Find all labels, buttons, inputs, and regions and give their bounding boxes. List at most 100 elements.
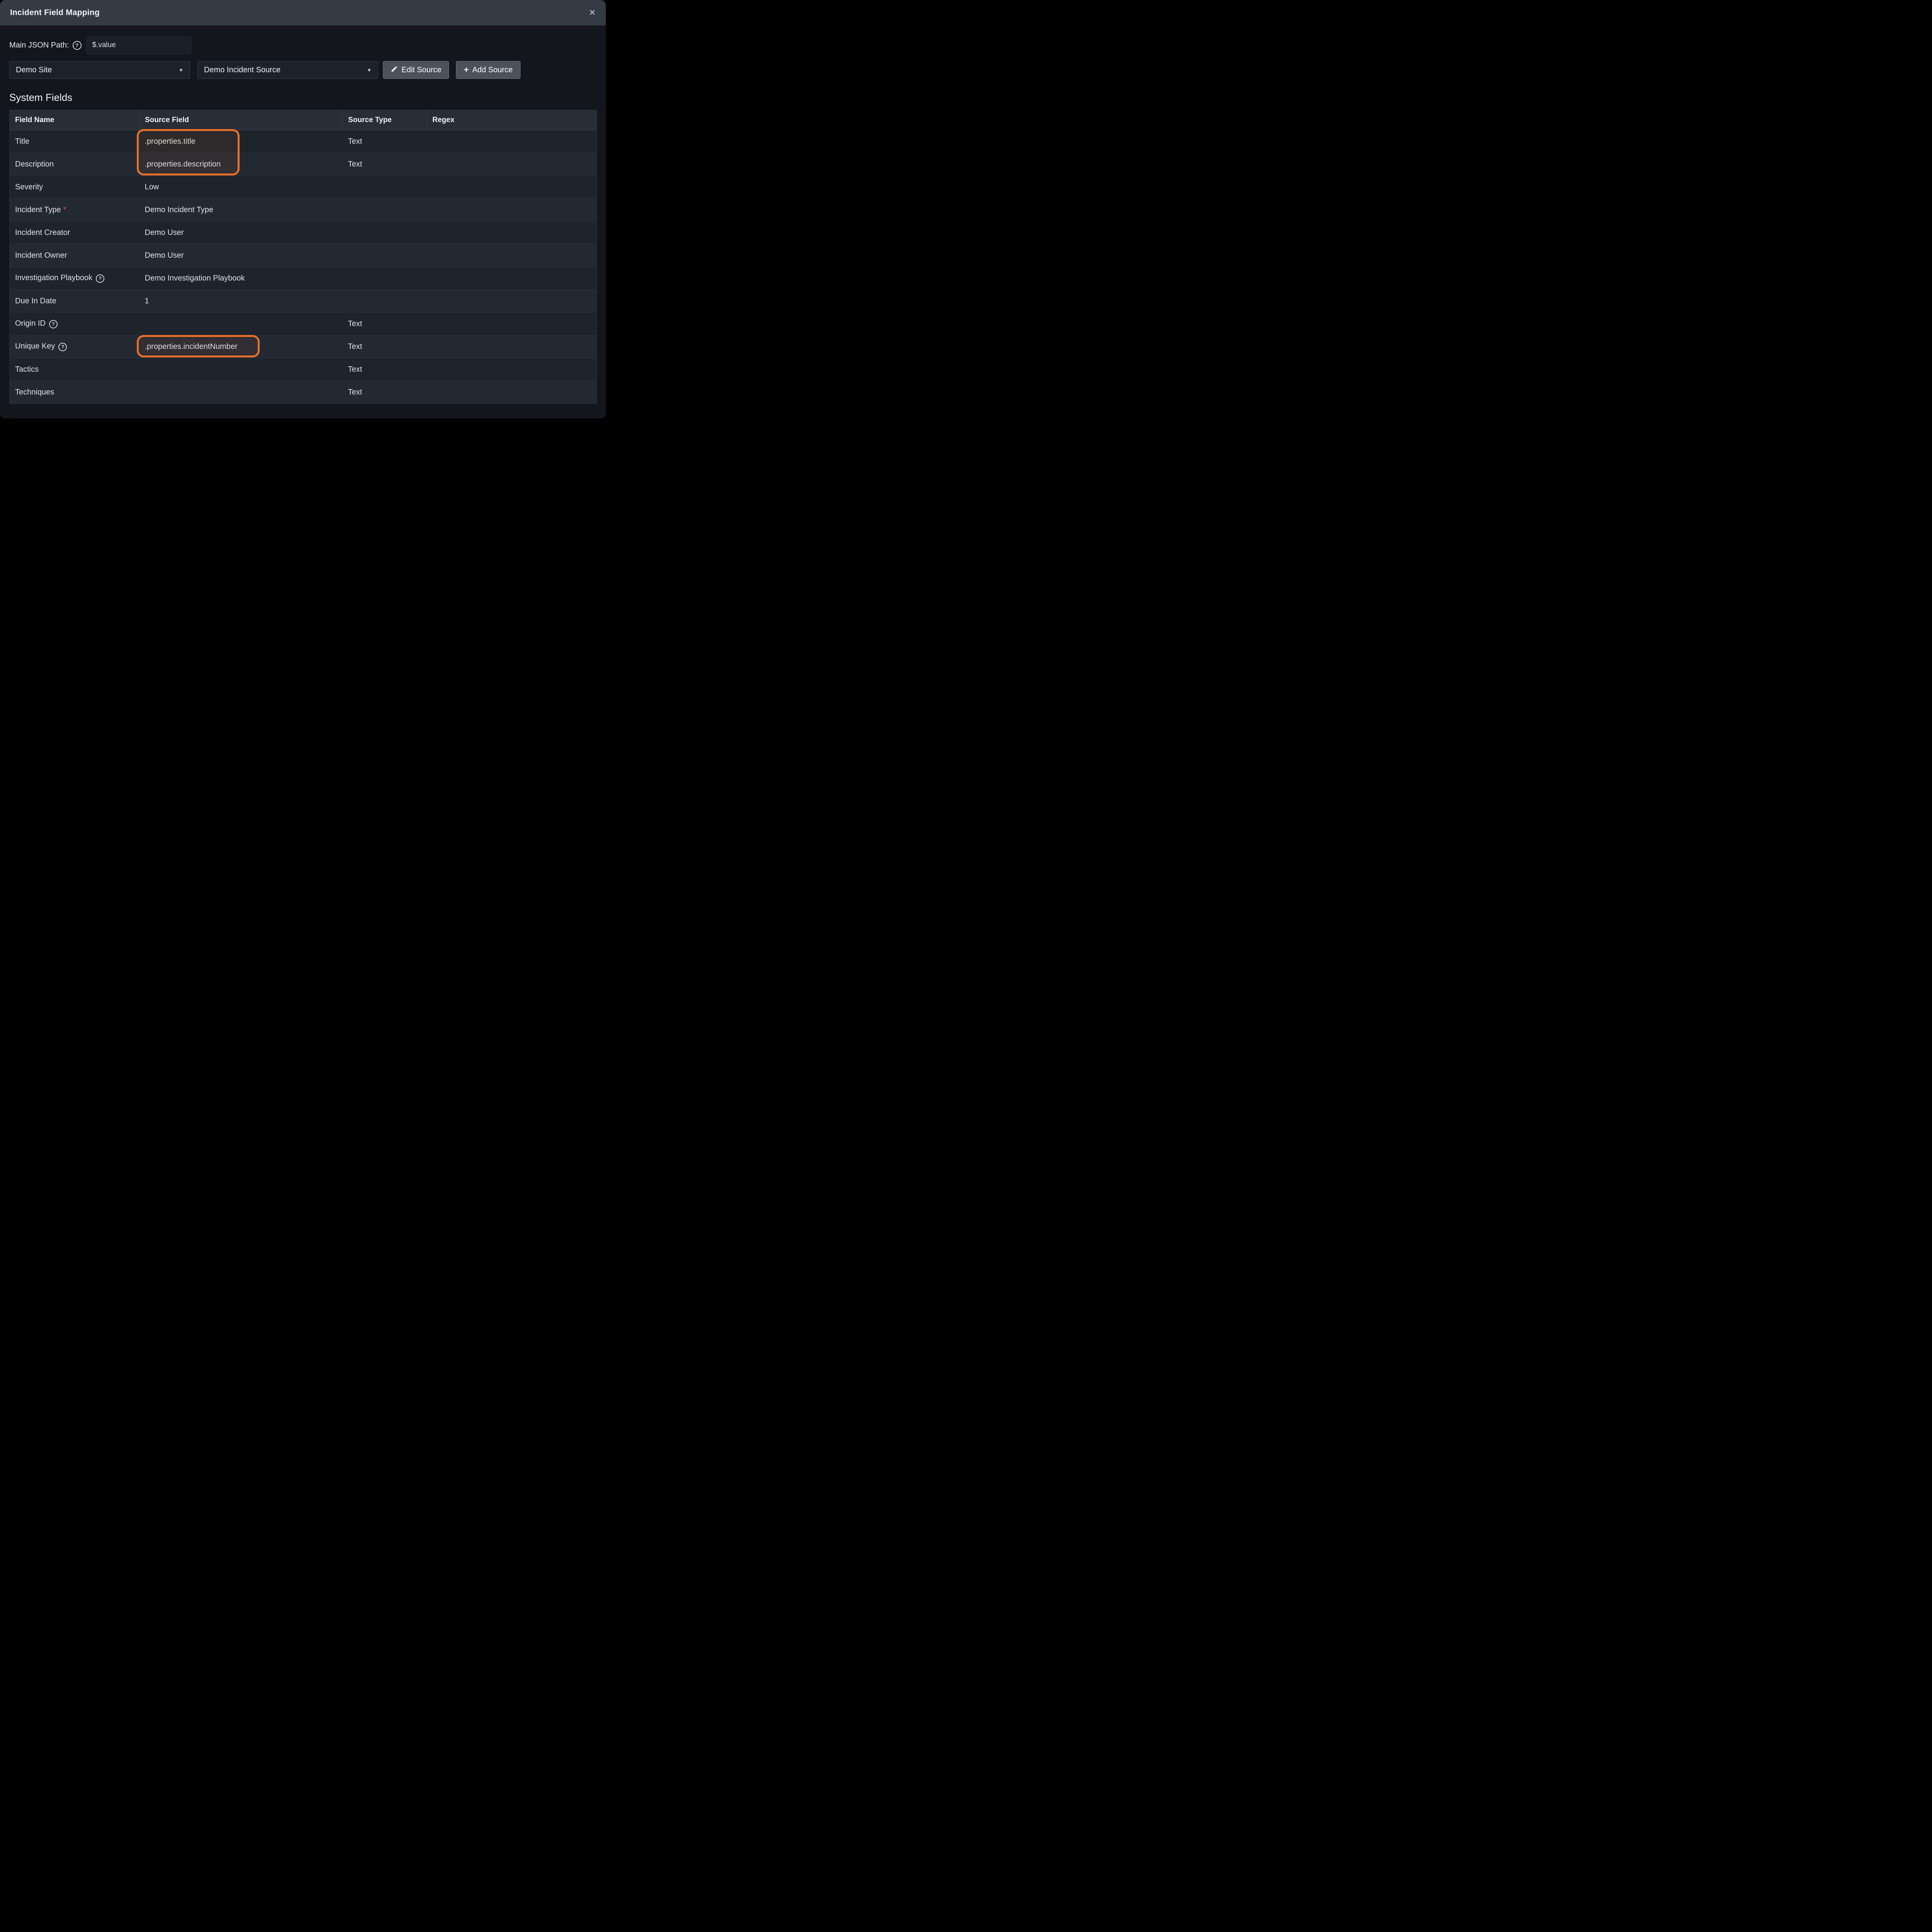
column-header-source-type: Source Type — [343, 110, 427, 130]
source-field-cell[interactable] — [139, 381, 343, 404]
json-path-row: Main JSON Path: ? — [9, 36, 597, 54]
source-field-cell[interactable]: Demo User — [139, 221, 343, 244]
table-row: Title .properties.titleText — [10, 130, 597, 153]
modal-title: Incident Field Mapping — [10, 8, 100, 17]
regex-cell[interactable] — [427, 381, 597, 404]
source-type-cell[interactable] — [343, 267, 427, 290]
table-body: Title.properties.titleTextDescription.pr… — [10, 130, 597, 404]
help-icon[interactable]: ? — [49, 320, 58, 328]
json-path-label: Main JSON Path: — [9, 41, 69, 50]
section-title: System Fields — [9, 92, 597, 104]
add-source-label: Add Source — [472, 66, 513, 75]
chevron-down-icon: ▼ — [179, 67, 184, 73]
table-row: Incident Creator Demo User — [10, 221, 597, 244]
field-name-label: Tactics — [15, 365, 39, 374]
table-header-row: Field Name Source Field Source Type Rege… — [10, 110, 597, 130]
source-type-cell[interactable]: Text — [343, 313, 427, 335]
source-field-cell[interactable]: Low — [139, 176, 343, 199]
table-row: Severity Low — [10, 176, 597, 199]
incident-field-mapping-modal: Incident Field Mapping ✕ Main JSON Path:… — [0, 0, 606, 418]
plus-icon: + — [464, 66, 469, 74]
source-type-cell[interactable] — [343, 244, 427, 267]
field-name-cell: Incident Type* — [10, 199, 139, 221]
source-field-cell[interactable]: Demo Incident Type — [139, 199, 343, 221]
regex-cell[interactable] — [427, 335, 597, 358]
source-type-cell[interactable]: Text — [343, 130, 427, 153]
field-name-label: Description — [15, 160, 54, 168]
chevron-down-icon: ▼ — [367, 67, 372, 73]
source-type-cell[interactable]: Text — [343, 358, 427, 381]
table-row: Due In Date 1 — [10, 290, 597, 313]
regex-cell[interactable] — [427, 221, 597, 244]
field-name-label: Investigation Playbook — [15, 274, 92, 282]
source-field-cell[interactable]: Demo User — [139, 244, 343, 267]
incident-source-dropdown-value: Demo Incident Source — [204, 66, 281, 75]
source-field-cell[interactable] — [139, 313, 343, 335]
regex-cell[interactable] — [427, 130, 597, 153]
help-icon[interactable]: ? — [58, 343, 67, 351]
edit-source-button[interactable]: Edit Source — [383, 61, 449, 79]
column-header-regex: Regex — [427, 110, 597, 130]
pencil-icon — [391, 65, 398, 75]
table-row: Unique Key?.properties.incidentNumberTex… — [10, 335, 597, 358]
regex-cell[interactable] — [427, 290, 597, 313]
field-name-cell: Investigation Playbook? — [10, 267, 139, 290]
field-name-cell: Unique Key? — [10, 335, 139, 358]
table-row: Incident Type*Demo Incident Type — [10, 199, 597, 221]
regex-cell[interactable] — [427, 199, 597, 221]
field-name-cell: Tactics — [10, 358, 139, 381]
controls-row: Demo Site ▼ Demo Incident Source ▼ Edit … — [9, 61, 597, 79]
field-name-label: Incident Creator — [15, 228, 70, 237]
source-field-cell[interactable]: .properties.incidentNumber — [139, 335, 343, 358]
regex-cell[interactable] — [427, 244, 597, 267]
field-name-cell: Severity — [10, 176, 139, 199]
source-type-cell[interactable] — [343, 290, 427, 313]
field-name-label: Incident Type — [15, 206, 61, 214]
source-type-cell[interactable]: Text — [343, 335, 427, 358]
regex-cell[interactable] — [427, 358, 597, 381]
source-field-cell[interactable]: .properties.title — [139, 130, 343, 153]
site-dropdown[interactable]: Demo Site ▼ — [9, 61, 190, 79]
field-name-label: Unique Key — [15, 342, 55, 350]
help-icon[interactable]: ? — [96, 274, 104, 283]
table-row: Incident Owner Demo User — [10, 244, 597, 267]
regex-cell[interactable] — [427, 267, 597, 290]
field-name-label: Incident Owner — [15, 251, 67, 260]
field-name-cell: Title — [10, 130, 139, 153]
regex-cell[interactable] — [427, 176, 597, 199]
source-type-cell[interactable]: Text — [343, 153, 427, 176]
source-field-cell[interactable] — [139, 358, 343, 381]
field-name-label: Title — [15, 137, 29, 146]
json-path-input[interactable] — [86, 36, 191, 54]
table-row: Techniques Text — [10, 381, 597, 404]
field-name-label: Severity — [15, 183, 43, 191]
close-icon[interactable]: ✕ — [589, 9, 596, 17]
edit-source-label: Edit Source — [401, 66, 441, 75]
add-source-button[interactable]: + Add Source — [456, 61, 520, 79]
regex-cell[interactable] — [427, 153, 597, 176]
incident-source-dropdown[interactable]: Demo Incident Source ▼ — [197, 61, 378, 79]
source-type-cell[interactable]: Text — [343, 381, 427, 404]
source-field-cell[interactable]: .properties.description — [139, 153, 343, 176]
table-row: Investigation Playbook?Demo Investigatio… — [10, 267, 597, 290]
field-name-cell: Incident Owner — [10, 244, 139, 267]
table-row: Description .properties.descriptionText — [10, 153, 597, 176]
field-name-label: Due In Date — [15, 297, 56, 305]
system-fields-table: Field Name Source Field Source Type Rege… — [9, 110, 597, 404]
field-name-cell: Description — [10, 153, 139, 176]
regex-cell[interactable] — [427, 313, 597, 335]
field-name-cell: Techniques — [10, 381, 139, 404]
source-field-cell[interactable]: Demo Investigation Playbook — [139, 267, 343, 290]
required-asterisk: * — [63, 206, 66, 214]
json-path-help-icon[interactable]: ? — [73, 41, 82, 50]
column-header-field-name: Field Name — [10, 110, 139, 130]
field-name-cell: Origin ID? — [10, 313, 139, 335]
table-row: Tactics Text — [10, 358, 597, 381]
source-type-cell[interactable] — [343, 176, 427, 199]
source-field-cell[interactable]: 1 — [139, 290, 343, 313]
source-type-cell[interactable] — [343, 199, 427, 221]
source-type-cell[interactable] — [343, 221, 427, 244]
field-name-label: Origin ID — [15, 319, 46, 328]
column-header-source-field: Source Field — [139, 110, 343, 130]
field-name-label: Techniques — [15, 388, 54, 396]
